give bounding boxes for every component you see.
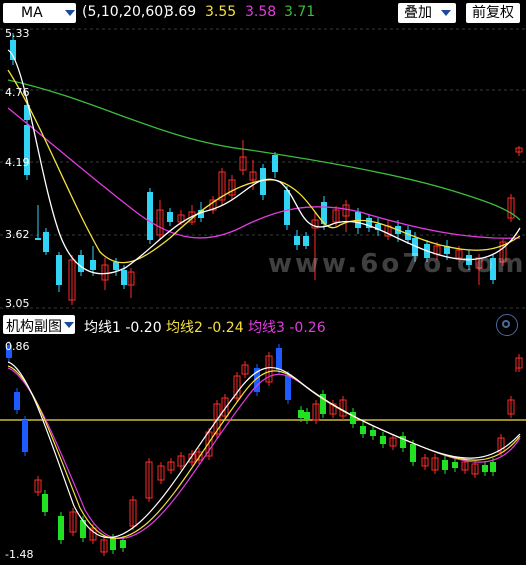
candle (127, 268, 135, 298)
candle (35, 205, 41, 240)
candle (272, 152, 278, 178)
sub-bar (14, 388, 20, 414)
candle (294, 230, 300, 250)
sub-select-label: 机构副图 (6, 319, 62, 335)
price-axis-label: 3.62 (5, 228, 30, 241)
price-axis-label: 3.05 (5, 297, 30, 310)
candle (56, 252, 62, 292)
candle (228, 175, 236, 200)
sub-bar (380, 432, 386, 448)
sub-bar (145, 458, 153, 502)
candle (24, 120, 30, 180)
sub-bar (442, 456, 448, 474)
sub-bar (350, 408, 356, 428)
ma60-line (7, 79, 521, 221)
sub-bar (515, 354, 523, 372)
candle (156, 200, 164, 240)
sub-bar (452, 458, 458, 472)
sub-bar (482, 461, 488, 476)
sub-bar (205, 428, 213, 460)
candle (384, 220, 392, 240)
sub-bar (320, 390, 326, 418)
sub-bar (157, 462, 165, 484)
candle (375, 218, 381, 236)
sub-indicator-select[interactable]: 机构副图 (3, 315, 75, 335)
indicator-1: 均线1 -0.20 (84, 320, 162, 336)
sub-axis-label: -1.48 (5, 548, 34, 561)
ma10-line (7, 69, 521, 264)
sub-bar (400, 432, 406, 452)
candle (218, 168, 226, 205)
sub-bar (100, 536, 108, 556)
sub-bar (69, 508, 77, 536)
chevron-down-icon (64, 322, 74, 328)
sub-bar (339, 396, 347, 420)
candle (366, 214, 372, 232)
sub-lines (7, 361, 521, 540)
sub-bar (241, 361, 249, 378)
sub-bar (233, 372, 241, 402)
price-axis-label: 4.76 (5, 86, 30, 99)
sub-bar (370, 426, 376, 440)
candle (68, 255, 76, 305)
sub-bar (389, 434, 397, 450)
sub-bar (507, 396, 515, 418)
sub-axis-label: 0.86 (5, 340, 30, 353)
candle (43, 228, 49, 255)
candle (78, 250, 84, 276)
watermark: www.6o7o.com (268, 249, 526, 279)
sub-bar (471, 460, 479, 478)
sub-chart-toolbar: 机构副图 均线1 -0.20 均线2 -0.24 均线3 -0.26 (0, 312, 526, 336)
candle (507, 194, 515, 222)
indicator-3: 均线3 -0.26 (248, 320, 326, 336)
sub-bar (312, 400, 320, 424)
sub-bar (265, 352, 273, 386)
sub-line-3 (7, 367, 521, 540)
sub-bar (177, 452, 185, 470)
candle (239, 140, 247, 175)
candle (167, 208, 173, 226)
sub-bar (360, 422, 366, 438)
kline-chart[interactable] (0, 0, 526, 565)
sub-bar (34, 476, 42, 496)
indicator-2: 均线2 -0.24 (166, 320, 244, 336)
sub-bar (304, 408, 310, 424)
sub-bar (129, 496, 137, 530)
price-axis-label: 5.33 (5, 27, 30, 40)
sub-bar (42, 490, 48, 516)
candle (209, 196, 217, 214)
sub-bar (421, 454, 429, 470)
sub-line-2 (7, 365, 521, 539)
sub-line-1 (7, 361, 521, 539)
candle (260, 164, 266, 200)
sub-bar (431, 454, 439, 474)
settings-icon[interactable] (496, 314, 518, 336)
candle (147, 188, 153, 244)
sub-bar (167, 458, 175, 474)
sub-bar (58, 512, 64, 544)
candle (342, 200, 350, 232)
price-axis-label: 4.19 (5, 156, 30, 169)
candle (515, 146, 523, 156)
sub-bar (22, 416, 28, 456)
